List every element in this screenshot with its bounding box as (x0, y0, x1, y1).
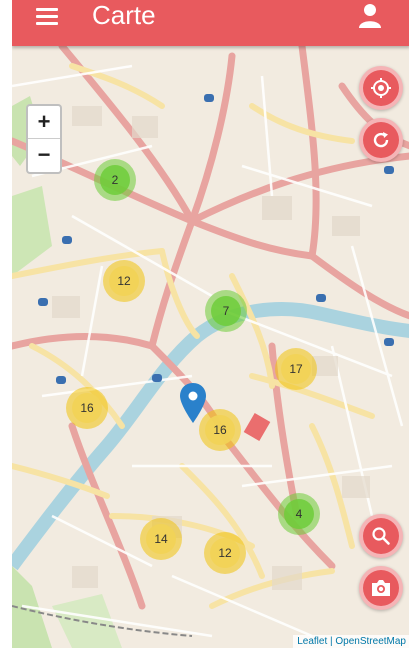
zoom-out-button[interactable]: − (28, 139, 60, 171)
refresh-icon (373, 132, 389, 148)
menu-icon[interactable] (36, 8, 58, 26)
zoom-in-button[interactable]: + (28, 106, 60, 139)
camera-icon (372, 580, 390, 596)
refresh-button[interactable] (359, 118, 403, 162)
marker-cluster[interactable]: 16 (66, 387, 108, 429)
app-window: Carte + − 2 12 7 17 16 16 4 14 12 Leafle… (12, 0, 409, 648)
map-attribution[interactable]: Leaflet | OpenStreetMap (293, 635, 409, 648)
marker-cluster[interactable]: 12 (204, 532, 246, 574)
camera-button[interactable] (359, 566, 403, 610)
zoom-control: + − (26, 104, 62, 174)
app-header: Carte (12, 0, 409, 46)
marker-cluster[interactable]: 4 (278, 493, 320, 535)
marker-cluster[interactable]: 2 (94, 159, 136, 201)
user-icon[interactable] (358, 2, 382, 28)
page-title: Carte (92, 0, 156, 30)
marker-cluster[interactable]: 14 (140, 518, 182, 560)
locate-icon (371, 78, 391, 98)
map-view[interactable]: + − 2 12 7 17 16 16 4 14 12 Leaflet | Op… (12, 46, 409, 648)
search-button[interactable] (359, 514, 403, 558)
locate-button[interactable] (359, 66, 403, 110)
marker-cluster[interactable]: 12 (103, 260, 145, 302)
marker-cluster[interactable]: 7 (205, 290, 247, 332)
marker-cluster[interactable]: 17 (275, 348, 317, 390)
map-pin-icon[interactable] (180, 383, 206, 423)
search-icon (372, 527, 390, 545)
